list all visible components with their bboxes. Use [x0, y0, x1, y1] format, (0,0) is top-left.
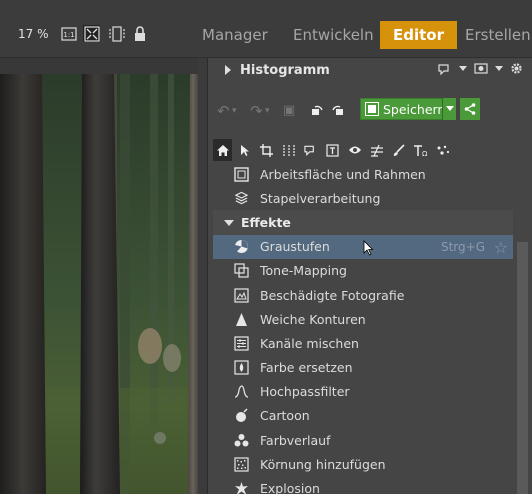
save-button[interactable]: Speichern [360, 98, 454, 120]
list-item-label: Stapelverarbeitung [260, 190, 381, 206]
list-item-label: Tone-Mapping [260, 263, 347, 279]
zoom-level[interactable]: 17 % [18, 27, 49, 41]
edit-toolbar: ↶ ▾ ↷ ▾ ▣ Speichern [208, 96, 532, 124]
top-bar: 17 % 1:1 Manager Entwickeln Editor Erste… [0, 0, 532, 58]
chevron-down-icon[interactable]: ▾ [265, 106, 270, 116]
share-button[interactable] [460, 98, 480, 120]
list-item-batch[interactable]: Stapelverarbeitung [213, 186, 513, 210]
undo-icon[interactable]: ↶ [217, 102, 230, 120]
eye-icon[interactable] [345, 139, 364, 161]
rotate-right-icon[interactable] [331, 103, 344, 119]
list-item-label: Explosion [260, 481, 320, 494]
share-icon [464, 103, 476, 115]
photo-canvas[interactable] [0, 58, 198, 494]
star-icon[interactable]: ☆ [494, 238, 508, 257]
expand-arrow-icon[interactable] [225, 65, 231, 75]
svg-text:1:1: 1:1 [63, 31, 74, 39]
transform-icon[interactable] [279, 139, 298, 161]
pointer-icon[interactable] [235, 139, 254, 161]
effects-icon[interactable] [433, 139, 452, 161]
histogram-title: Histogramm [240, 63, 330, 78]
redo-icon[interactable]: ↷ [250, 102, 263, 120]
collapse-arrow-icon[interactable] [224, 220, 234, 227]
replace-color-icon [234, 360, 249, 375]
adjust-icon[interactable] [367, 139, 386, 161]
tab-editor[interactable]: Editor [380, 21, 457, 49]
chevron-down-icon[interactable] [459, 65, 467, 72]
tool-tabs: Ω [213, 138, 513, 162]
text-icon[interactable]: Ω [411, 139, 430, 161]
chevron-down-icon [445, 106, 454, 111]
highpass-icon [234, 384, 249, 399]
list-item-soft-edges[interactable]: Weiche Konturen [213, 307, 513, 331]
channel-mixer-icon [234, 336, 249, 351]
list-item-explosion[interactable]: Explosion [213, 476, 513, 494]
list-item-channel-mixer[interactable]: Kanäle mischen [213, 331, 513, 355]
tab-erstellen[interactable]: Erstellen [465, 25, 531, 45]
damaged-photo-icon [234, 287, 249, 303]
scrollbar[interactable] [513, 162, 532, 494]
fill-icon[interactable] [108, 25, 125, 42]
canvas-icon [234, 166, 249, 182]
svg-text:Ω: Ω [422, 150, 428, 157]
save-button-label: Speichern [383, 101, 446, 117]
rotate-left-icon[interactable] [311, 103, 324, 119]
list-item-label: Beschädigte Fotografie [260, 287, 405, 303]
lock-icon[interactable] [131, 25, 148, 42]
list-item-grain[interactable]: Körnung hinzufügen [213, 452, 513, 476]
section-title: Effekte [241, 214, 291, 230]
gradient-icon [234, 433, 249, 448]
batch-icon [234, 191, 249, 206]
chevron-down-icon[interactable]: ▾ [232, 106, 237, 116]
explosion-icon [234, 481, 249, 494]
list-item-label: Cartoon [260, 408, 310, 424]
list-item-label: Graustufen [260, 239, 330, 255]
list-item-grayscale[interactable]: Graustufen Strg+G ☆ [213, 234, 513, 259]
histogram-header[interactable]: Histogramm [208, 58, 532, 82]
list-item-label: Weiche Konturen [260, 311, 366, 327]
tool-list: Arbeitsfläche und Rahmen Stapelverarbeit… [213, 162, 513, 494]
list-item-damaged-photo[interactable]: Beschädigte Fotografie [213, 283, 513, 307]
cartoon-icon [234, 408, 249, 423]
list-item-label: Hochpassfilter [260, 384, 350, 400]
crop-icon[interactable] [257, 139, 276, 161]
brush-icon[interactable] [389, 139, 408, 161]
list-item-label: Farbe ersetzen [260, 360, 353, 376]
tab-entwickeln[interactable]: Entwickeln [293, 25, 374, 45]
save-dropdown-button[interactable] [442, 98, 456, 120]
scrollbar-thumb[interactable] [517, 242, 528, 494]
list-item-replace-color[interactable]: Farbe ersetzen [213, 356, 513, 380]
mouse-cursor-icon [363, 239, 374, 259]
list-item-cartoon[interactable]: Cartoon [213, 404, 513, 428]
list-item-canvas[interactable]: Arbeitsfläche und Rahmen [213, 162, 513, 186]
list-item-label: Farbverlauf [260, 432, 331, 448]
selection-icon[interactable] [301, 139, 320, 161]
grain-icon [234, 457, 249, 472]
soft-edges-icon [234, 312, 249, 327]
right-panel: Histogramm ↶ ▾ ↷ ▾ ▣ Speichern Ω Arbeits… [207, 58, 532, 494]
shortcut-label: Strg+G [440, 239, 485, 254]
floppy-icon [365, 102, 379, 116]
list-item-tonemapping[interactable]: Tone-Mapping [213, 259, 513, 283]
display-icon[interactable] [474, 62, 488, 75]
chevron-down-icon[interactable] [495, 65, 503, 72]
histogram-tools [438, 62, 523, 75]
tab-manager[interactable]: Manager [202, 25, 268, 45]
image-icon[interactable]: ▣ [283, 103, 295, 118]
list-item-highpass[interactable]: Hochpassfilter [213, 380, 513, 404]
home-icon[interactable] [213, 139, 232, 161]
list-item-gradient[interactable]: Farbverlauf [213, 428, 513, 452]
tonemapping-icon [234, 263, 249, 278]
fit-icon[interactable] [83, 25, 100, 42]
section-effekte[interactable]: Effekte [213, 210, 513, 235]
list-item-label: Körnung hinzufügen [260, 456, 386, 472]
gear-icon[interactable] [510, 62, 523, 75]
list-item-label: Kanäle mischen [260, 335, 359, 351]
grayscale-icon [234, 239, 249, 254]
text-frame-icon[interactable] [323, 139, 342, 161]
one-to-one-icon[interactable]: 1:1 [60, 25, 77, 42]
selection-icon[interactable] [438, 63, 452, 75]
list-item-label: Arbeitsfläche und Rahmen [260, 166, 426, 182]
